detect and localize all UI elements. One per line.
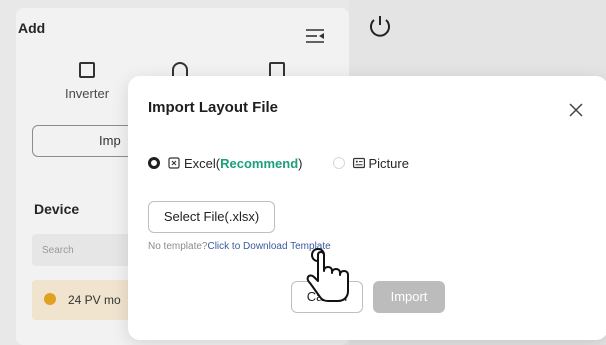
recommend-tag: Recommend	[220, 155, 299, 171]
file-type-options: Excel(Recommend) Picture	[148, 155, 409, 171]
excel-label-close: )	[298, 155, 303, 171]
hand-pointer-cursor-icon	[306, 247, 349, 302]
select-file-button[interactable]: Select File(.xlsx)	[148, 201, 275, 233]
import-button-background[interactable]: Imp	[32, 125, 142, 157]
excel-label: Excel(	[184, 155, 221, 171]
panel-title: Add	[18, 20, 46, 36]
add-inverter-item[interactable]: Inverter	[57, 62, 117, 101]
close-icon[interactable]	[566, 100, 586, 120]
excel-radio[interactable]	[148, 157, 160, 169]
import-button[interactable]: Import	[373, 281, 445, 313]
inverter-label: Inverter	[64, 86, 110, 101]
inverter-icon	[79, 62, 95, 78]
device-search-input[interactable]: Search	[32, 234, 142, 266]
device-section-title: Device	[34, 201, 80, 217]
picture-icon	[352, 157, 365, 169]
excel-file-icon	[168, 157, 180, 169]
warning-icon	[44, 293, 56, 305]
pv-alert-text: 24 PV mo	[68, 293, 121, 307]
power-icon[interactable]	[369, 14, 391, 38]
picture-radio[interactable]	[332, 157, 345, 169]
picture-label: Picture	[368, 155, 409, 171]
template-prefix: No template?	[148, 241, 208, 252]
pv-alert-banner: 24 PV mo	[32, 280, 142, 320]
dialog-title: Import Layout File	[148, 99, 279, 116]
import-layout-dialog: Import Layout File Excel(Recommend) Pict…	[128, 76, 606, 340]
collapse-panel-icon[interactable]	[306, 28, 324, 44]
